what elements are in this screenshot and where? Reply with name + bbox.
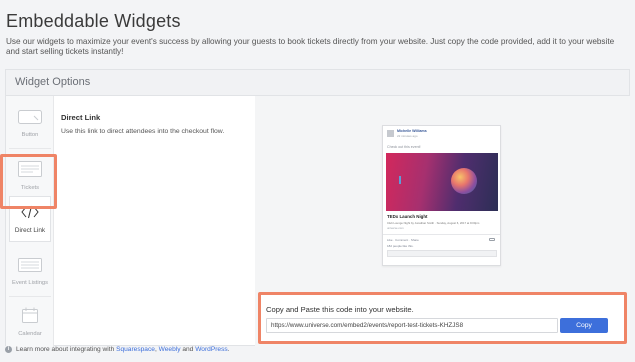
page-intro: Use our widgets to maximize your event's… [6, 37, 615, 56]
embed-code-box: Copy and Paste this code into your websi… [258, 292, 627, 344]
footer-sep-comma: , [154, 346, 157, 353]
squarespace-link[interactable]: Squarespace [116, 346, 155, 353]
event-title: TEDx Launch Night [387, 214, 428, 219]
avatar [387, 130, 394, 137]
copy-button[interactable]: Copy [560, 318, 608, 333]
tab-calendar-label: Calendar [18, 330, 42, 337]
widget-description-title: Direct Link [61, 113, 101, 122]
embed-code-label: Copy and Paste this code into your websi… [266, 305, 414, 314]
panel-header: Widget Options [6, 70, 629, 96]
widget-description-text: Use this link to direct attendees into t… [61, 128, 225, 135]
footer-sep-and: and [182, 346, 194, 353]
tickets-icon [18, 160, 42, 182]
weebly-link[interactable]: Weebly [159, 346, 181, 353]
page-title: Embeddable Widgets [6, 11, 181, 31]
footer-prefix: Learn more about integrating with [16, 346, 115, 353]
tab-button[interactable]: Button [9, 100, 51, 147]
tab-tickets-label: Tickets [20, 184, 40, 191]
post-likes: 182 people like this. [387, 244, 414, 248]
integration-footer: i Learn more about integrating with Squa… [5, 346, 230, 353]
tab-button-label: Button [21, 131, 39, 138]
wordpress-link[interactable]: WordPress [195, 346, 228, 353]
comment-box [387, 250, 497, 257]
calendar-icon [22, 307, 38, 328]
tab-calendar[interactable]: Calendar [9, 298, 51, 345]
post-actions: Like · Comment · Share [387, 238, 419, 242]
event-host: universe.com [387, 226, 404, 230]
button-icon [18, 109, 42, 129]
code-icon [21, 205, 39, 224]
event-image [386, 153, 498, 211]
tab-divider [9, 296, 51, 297]
tab-divider [9, 148, 51, 149]
info-icon: i [5, 346, 12, 353]
event-image-mark [399, 176, 401, 184]
post-divider [383, 234, 500, 235]
widget-tab-list: Button Tickets Direct Link Event Listing… [6, 96, 54, 347]
post-time: 22 minutes ago [397, 134, 418, 138]
embed-code-field[interactable]: https://www.universe.com/embed2/events/r… [266, 318, 558, 333]
post-text: Check out this event! [387, 145, 421, 149]
tab-event-listings[interactable]: Event Listings [9, 248, 51, 295]
widget-description: Direct Link Use this link to direct atte… [61, 113, 224, 135]
post-author: Michelle Williams [397, 129, 427, 133]
tab-direct-link[interactable]: Direct Link [9, 196, 51, 242]
tab-tickets[interactable]: Tickets [9, 152, 51, 199]
social-post-preview: Michelle Williams 22 minutes ago Check o… [382, 125, 501, 266]
share-icon [489, 238, 495, 241]
event-listings-icon [18, 257, 42, 277]
footer-suffix: . [227, 346, 230, 353]
event-image-orb [451, 168, 477, 194]
tab-direct-link-label: Direct Link [14, 226, 46, 234]
tab-event-listings-label: Event Listings [11, 279, 49, 286]
event-meta: Club Lounge Night by Jonathan Smith · Su… [387, 221, 480, 225]
